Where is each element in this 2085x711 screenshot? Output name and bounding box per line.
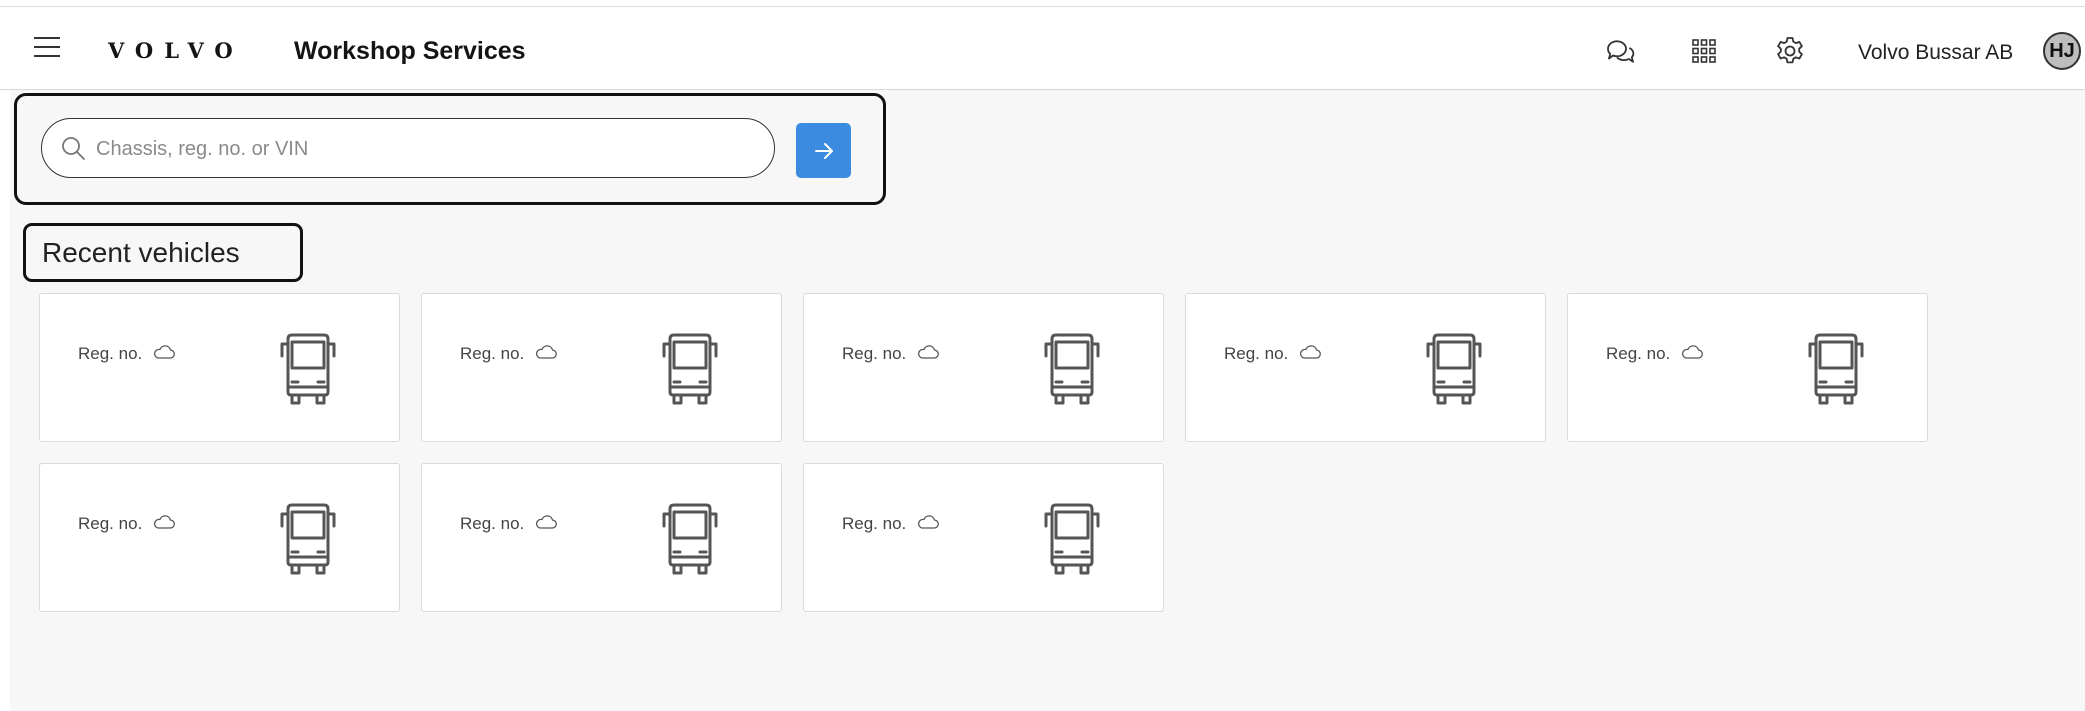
bus-icon [1044, 503, 1100, 575]
bus-icon [280, 503, 336, 575]
search-icon [62, 137, 85, 160]
reg-no-label: Reg. no. [78, 344, 143, 363]
company-name[interactable]: Volvo Bussar AB [1858, 41, 2013, 65]
reg-no-label: Reg. no. [78, 514, 143, 533]
reg-no-label: Reg. no. [1606, 344, 1671, 363]
settings-gear-icon[interactable] [1774, 35, 1806, 67]
search-submit-button[interactable] [796, 123, 851, 178]
bus-icon [1044, 333, 1100, 405]
volvo-logo: VOLVO [108, 38, 244, 63]
arrow-right-icon [814, 142, 833, 159]
vehicle-card[interactable]: Reg. no. [39, 463, 400, 612]
menu-icon[interactable] [34, 37, 60, 57]
vehicle-card[interactable]: Reg. no. [1567, 293, 1928, 442]
cloud-icon [1300, 345, 1321, 359]
search-field[interactable] [41, 118, 775, 178]
vehicle-card[interactable]: Reg. no. [421, 293, 782, 442]
reg-no-label: Reg. no. [842, 344, 907, 363]
app-header: VOLVO Workshop Services Volvo Bussar AB … [0, 7, 2085, 90]
vehicle-card[interactable]: Reg. no. [803, 293, 1164, 442]
vehicle-card[interactable]: Reg. no. [803, 463, 1164, 612]
recent-vehicles-title: Recent vehicles [42, 237, 240, 268]
apps-grid-icon[interactable] [1688, 35, 1720, 67]
reg-no-label: Reg. no. [460, 344, 525, 363]
reg-no-label: Reg. no. [460, 514, 525, 533]
chat-icon[interactable] [1604, 35, 1636, 67]
bus-icon [1808, 333, 1864, 405]
vehicle-card[interactable]: Reg. no. [1185, 293, 1546, 442]
bus-icon [1426, 333, 1482, 405]
app-title: Workshop Services [294, 37, 526, 65]
search-input[interactable] [94, 131, 758, 167]
reg-no-label: Reg. no. [842, 514, 907, 533]
cloud-icon [1682, 345, 1703, 359]
search-section [14, 93, 886, 205]
cloud-icon [536, 515, 557, 529]
cloud-icon [154, 345, 175, 359]
vehicle-card[interactable]: Reg. no. [39, 293, 400, 442]
recent-vehicles-heading-box: Recent vehicles [23, 223, 303, 282]
vehicle-card[interactable]: Reg. no. [421, 463, 782, 612]
bus-icon [662, 333, 718, 405]
reg-no-label: Reg. no. [1224, 344, 1289, 363]
user-avatar[interactable]: HJ [2043, 32, 2081, 70]
cloud-icon [918, 345, 939, 359]
cloud-icon [918, 515, 939, 529]
bus-icon [280, 333, 336, 405]
cloud-icon [154, 515, 175, 529]
bus-icon [662, 503, 718, 575]
cloud-icon [536, 345, 557, 359]
